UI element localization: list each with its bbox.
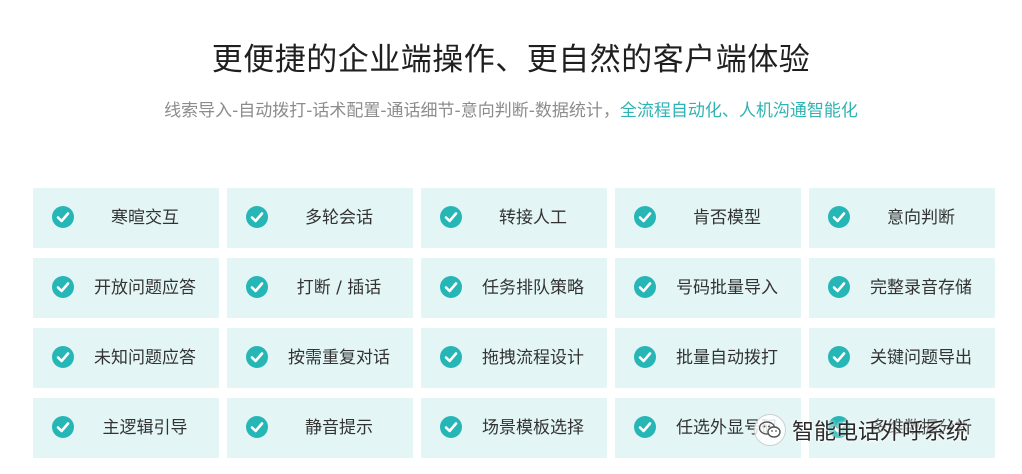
check-circle-icon [828, 276, 850, 298]
check-circle-icon [634, 416, 656, 438]
feature-label: 拖拽流程设计 [482, 348, 584, 368]
feature-card[interactable]: 开放问题应答 [33, 258, 219, 318]
subtitle-highlight: 全流程自动化、人机沟通智能化 [619, 101, 858, 121]
feature-label: 关键问题导出 [870, 348, 972, 368]
feature-card[interactable]: 主逻辑引导 [33, 398, 219, 458]
feature-label: 转接人工 [499, 208, 567, 228]
feature-card[interactable]: 场景模板选择 [421, 398, 607, 458]
feature-card[interactable]: 肯否模型 [615, 188, 801, 248]
feature-card[interactable]: 静音提示 [227, 398, 413, 458]
page-subtitle: 线索导入-自动拨打-话术配置-通话细节-意向判断-数据统计，全流程自动化、人机沟… [0, 96, 1022, 121]
check-circle-icon [828, 206, 850, 228]
check-circle-icon [440, 346, 462, 368]
check-circle-icon [246, 276, 268, 298]
watermark: 智能电话外呼系统 [754, 410, 968, 450]
feature-label: 场景模板选择 [482, 418, 584, 438]
check-circle-icon [440, 206, 462, 228]
check-circle-icon [634, 346, 656, 368]
check-circle-icon [634, 276, 656, 298]
wechat-icon [754, 414, 786, 446]
page-title: 更便捷的企业端操作、更自然的客户端体验 [211, 42, 811, 78]
feature-label: 未知问题应答 [94, 348, 196, 368]
feature-card[interactable]: 转接人工 [421, 188, 607, 248]
feature-label: 按需重复对话 [288, 348, 390, 368]
feature-label: 完整录音存储 [870, 278, 972, 298]
subtitle-steps: 线索导入-自动拨打-话术配置-通话细节-意向判断-数据统计， [164, 101, 620, 121]
check-circle-icon [246, 206, 268, 228]
feature-label: 静音提示 [305, 418, 373, 438]
feature-card[interactable]: 批量自动拨打 [615, 328, 801, 388]
feature-card[interactable]: 意向判断 [809, 188, 995, 248]
feature-card[interactable]: 关键问题导出 [809, 328, 995, 388]
feature-card[interactable]: 打断 / 插话 [227, 258, 413, 318]
feature-card[interactable]: 拖拽流程设计 [421, 328, 607, 388]
watermark-text: 智能电话外呼系统 [792, 420, 969, 445]
feature-label: 肯否模型 [693, 208, 761, 228]
feature-card[interactable]: 未知问题应答 [33, 328, 219, 388]
feature-label: 多轮会话 [305, 208, 373, 228]
feature-label: 主逻辑引导 [102, 418, 188, 438]
feature-label: 意向判断 [887, 208, 955, 228]
feature-label: 任务排队策略 [482, 278, 584, 298]
feature-label: 号码批量导入 [676, 278, 778, 298]
feature-card[interactable]: 号码批量导入 [615, 258, 801, 318]
feature-label: 寒暄交互 [111, 208, 179, 228]
check-circle-icon [634, 206, 656, 228]
check-circle-icon [246, 416, 268, 438]
feature-card[interactable]: 寒暄交互 [33, 188, 219, 248]
feature-label: 开放问题应答 [94, 278, 196, 298]
feature-card[interactable]: 完整录音存储 [809, 258, 995, 318]
feature-card[interactable]: 多轮会话 [227, 188, 413, 248]
check-circle-icon [828, 346, 850, 368]
check-circle-icon [246, 346, 268, 368]
check-circle-icon [52, 206, 74, 228]
check-circle-icon [52, 276, 74, 298]
check-circle-icon [52, 346, 74, 368]
check-circle-icon [440, 416, 462, 438]
feature-label: 打断 / 插话 [296, 278, 382, 298]
check-circle-icon [440, 276, 462, 298]
feature-label: 批量自动拨打 [676, 348, 778, 368]
feature-card[interactable]: 按需重复对话 [227, 328, 413, 388]
check-circle-icon [52, 416, 74, 438]
feature-card[interactable]: 任务排队策略 [421, 258, 607, 318]
